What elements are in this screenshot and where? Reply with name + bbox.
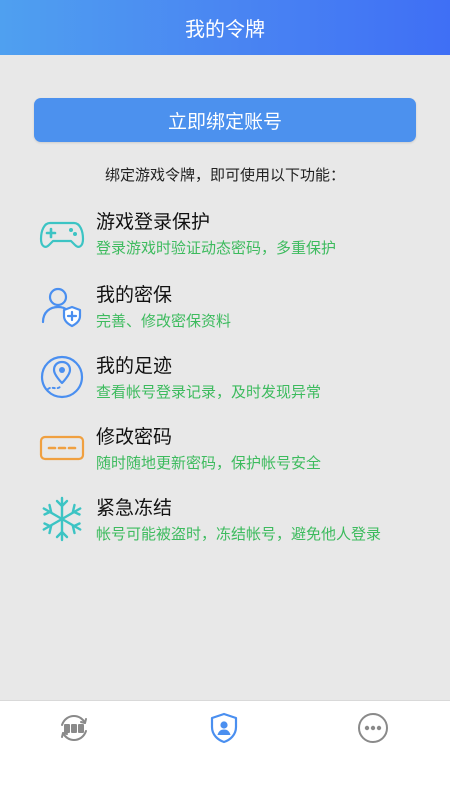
feature-game-login-protection[interactable]: 游戏登录保护 登录游戏时验证动态密码，多重保护 [36, 205, 436, 265]
feature-desc: 帐号可能被盗时，冻结帐号，避免他人登录 [96, 525, 382, 543]
password-icon [39, 435, 85, 461]
sync-icon[interactable] [57, 711, 91, 745]
feature-desc: 查看帐号登录记录，及时发现异常 [96, 383, 322, 401]
feature-my-footprint[interactable]: 我的足迹 查看帐号登录记录，及时发现异常 [36, 349, 436, 409]
feature-desc: 登录游戏时验证动态密码，多重保护 [96, 239, 337, 257]
snowflake-icon [42, 496, 82, 542]
feature-change-password[interactable]: 修改密码 随时随地更新密码，保护帐号安全 [36, 420, 436, 480]
bind-account-button[interactable]: 立即绑定账号 [34, 98, 416, 142]
more-icon[interactable] [356, 711, 390, 745]
page-title: 我的令牌 [185, 17, 265, 41]
location-pin-icon [40, 355, 84, 399]
feature-title: 修改密码 [96, 426, 173, 448]
feature-title: 我的密保 [96, 284, 173, 306]
feature-desc: 随时随地更新密码，保护帐号安全 [96, 454, 322, 472]
intro-text: 绑定游戏令牌，即可使用以下功能： [104, 166, 345, 184]
user-shield-icon [41, 287, 82, 328]
feature-title: 紧急冻结 [96, 497, 173, 519]
feature-emergency-freeze[interactable]: 紧急冻结 帐号可能被盗时，冻结帐号，避免他人登录 [36, 491, 436, 551]
shield-user-icon[interactable] [207, 711, 241, 745]
feature-desc: 完善、修改密保资料 [96, 312, 232, 330]
bottom-tab-bar [0, 700, 450, 801]
feature-title: 游戏登录保护 [96, 211, 211, 233]
feature-my-security[interactable]: 我的密保 完善、修改密保资料 [36, 278, 436, 338]
gamepad-icon [39, 221, 85, 248]
bind-account-label: 立即绑定账号 [167, 110, 282, 133]
feature-title: 我的足迹 [96, 355, 173, 377]
top-bar: 我的令牌 [0, 0, 450, 55]
